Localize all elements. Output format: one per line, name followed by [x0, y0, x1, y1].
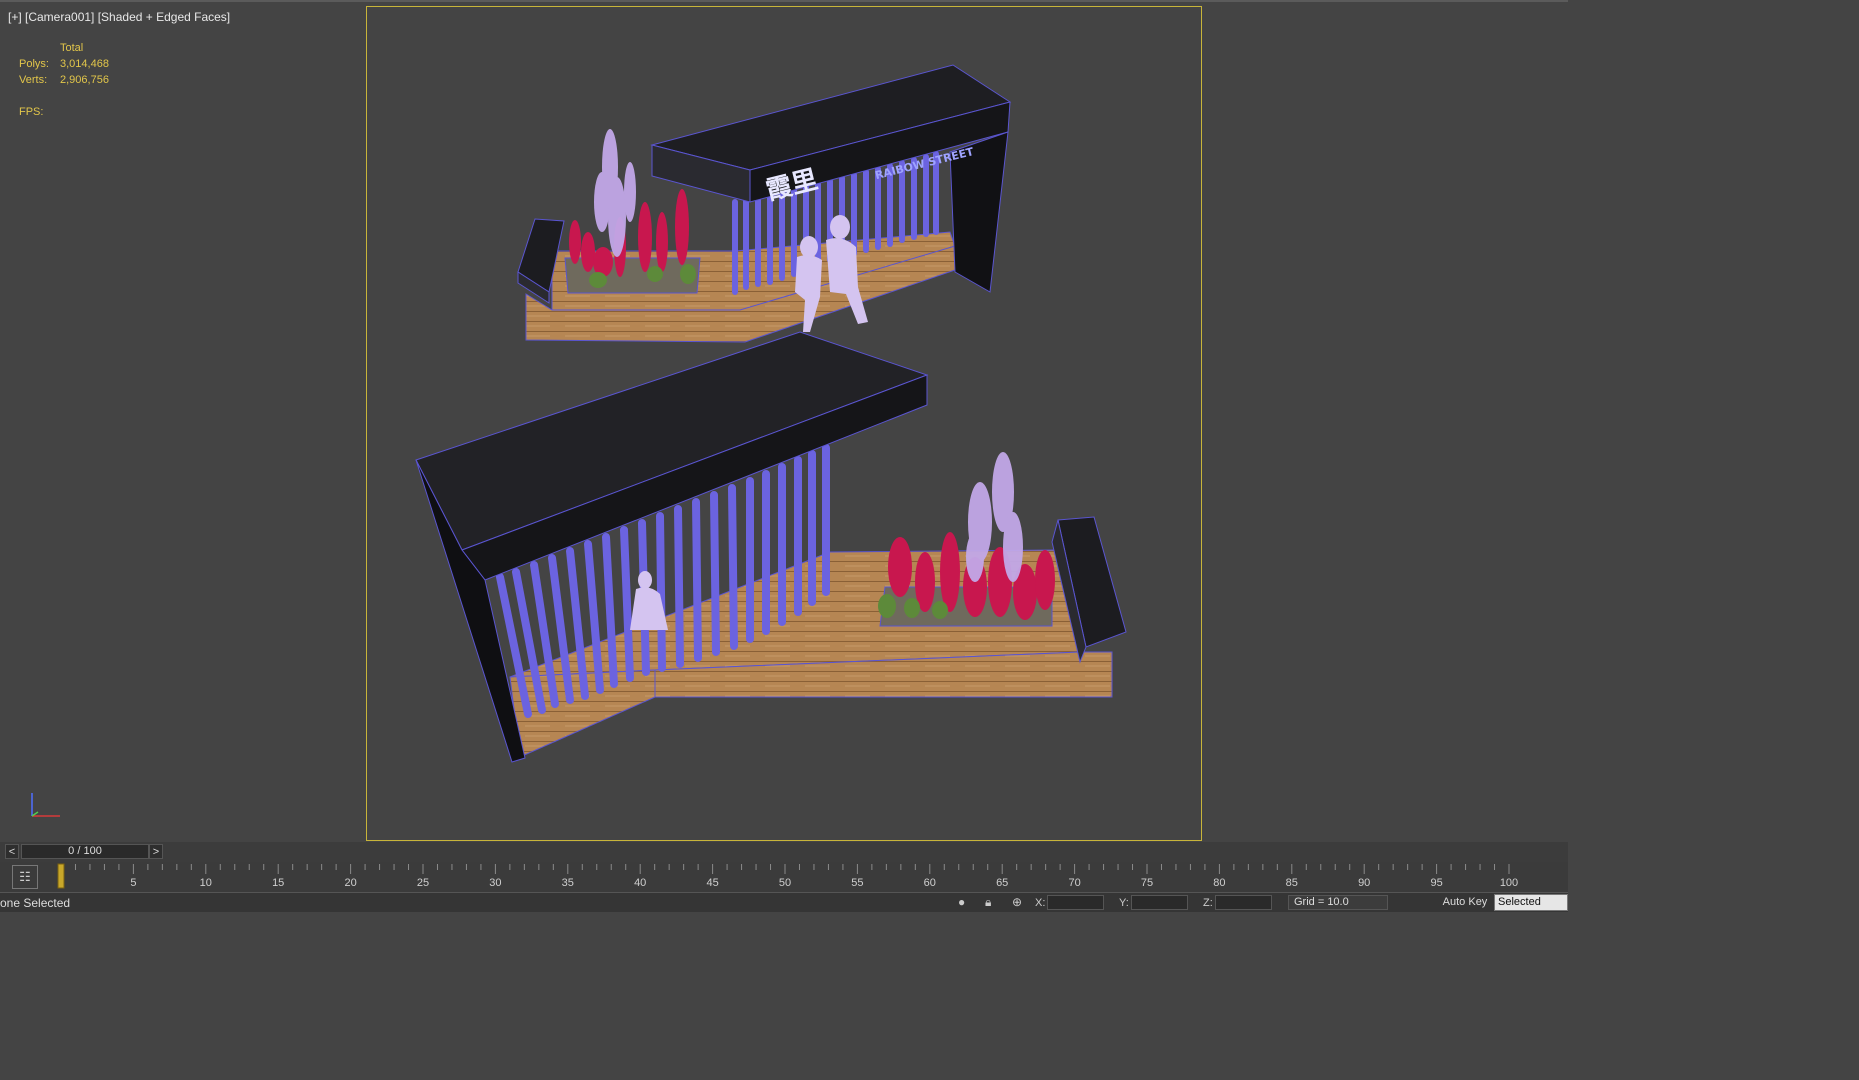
- verts-value: 2,906,756: [60, 74, 109, 86]
- ruler-label: 70: [1068, 877, 1080, 889]
- grid-spacing: Grid = 10.0: [1288, 895, 1388, 910]
- ruler-label: 30: [489, 877, 501, 889]
- current-frame-marker[interactable]: [57, 863, 65, 889]
- next-frame-button[interactable]: >: [149, 844, 163, 859]
- polys-label: Polys:: [19, 58, 49, 70]
- viewport-label[interactable]: [+] [Camera001] [Shaded + Edged Faces]: [8, 10, 230, 24]
- key-filter-dropdown[interactable]: Selected: [1494, 894, 1568, 911]
- ruler-label: 50: [779, 877, 791, 889]
- ruler-label: 85: [1286, 877, 1298, 889]
- z-label: Z:: [1203, 897, 1213, 909]
- y-label: Y:: [1119, 897, 1129, 909]
- safe-frame: [366, 6, 1202, 841]
- verts-label: Verts:: [19, 74, 48, 86]
- ruler-label: 40: [634, 877, 646, 889]
- selection-status: one Selected: [0, 896, 71, 910]
- axis-tripod-icon: [31, 793, 60, 817]
- ruler-label: 45: [706, 877, 718, 889]
- ruler-label: 55: [851, 877, 863, 889]
- auto-key-button[interactable]: Auto Key: [1437, 895, 1493, 910]
- prev-frame-button[interactable]: <: [5, 844, 19, 859]
- y-coordinate-field[interactable]: [1131, 895, 1188, 910]
- lock-icon[interactable]: 🔒︎: [985, 895, 991, 910]
- ruler-label: 5: [130, 877, 136, 889]
- time-slider[interactable]: < 0 / 100 >: [0, 842, 1568, 862]
- viewport-statistics: Total Polys: 3,014,468 Verts: 2,906,756 FP…: [19, 40, 109, 120]
- ruler-label: 25: [417, 877, 429, 889]
- fps-label: FPS:: [19, 106, 44, 118]
- ruler-label: 35: [562, 877, 574, 889]
- ruler-label: 95: [1430, 877, 1442, 889]
- ruler-label: 75: [1141, 877, 1153, 889]
- track-bar[interactable]: ☷ 05101520253035404550556065707580859095…: [0, 862, 1568, 892]
- transform-mode-icon[interactable]: ⊕: [1012, 895, 1022, 909]
- ruler-label: 90: [1358, 877, 1370, 889]
- z-coordinate-field[interactable]: [1215, 895, 1272, 910]
- status-bar: one Selected ● 🔒︎ ⊕ X: Y: Z: Grid = 10.0…: [0, 892, 1568, 912]
- ruler-label: 15: [272, 877, 284, 889]
- x-coordinate-field[interactable]: [1047, 895, 1104, 910]
- ruler-label: 60: [924, 877, 936, 889]
- ruler-label: 10: [200, 877, 212, 889]
- ruler-label: 80: [1213, 877, 1225, 889]
- polys-value: 3,014,468: [60, 58, 109, 70]
- stats-header: Total: [60, 42, 84, 54]
- ruler-label: 65: [996, 877, 1008, 889]
- camera-viewport[interactable]: 霞里 RAIBOW STREET [+] [Camera001] [Shaded…: [0, 0, 1568, 842]
- frame-ruler[interactable]: 0510152025303540455055606570758085909510…: [0, 862, 1568, 892]
- time-slider-thumb[interactable]: 0 / 100: [21, 844, 149, 859]
- isolate-icon[interactable]: ●: [958, 895, 965, 909]
- x-label: X:: [1035, 897, 1046, 909]
- ruler-label: 100: [1500, 877, 1518, 889]
- ruler-label: 20: [344, 877, 356, 889]
